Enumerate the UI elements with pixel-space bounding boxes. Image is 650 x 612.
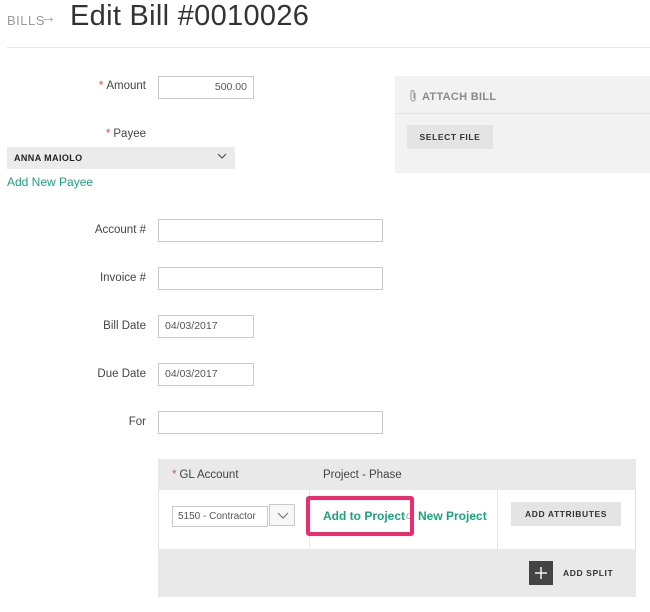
- gl-account-column-header: * GL Account: [172, 469, 239, 481]
- for-label: For: [128, 416, 146, 428]
- amount-input[interactable]: 500.00: [158, 76, 254, 99]
- gl-account-dropdown-button[interactable]: [269, 504, 295, 526]
- required-mark: *: [105, 128, 111, 140]
- add-split-plus-button[interactable]: [529, 561, 553, 585]
- bill-date-label: Bill Date: [103, 320, 146, 332]
- account-label: Account #: [94, 224, 146, 236]
- add-split-label[interactable]: ADD SPLIT: [563, 568, 613, 578]
- payee-selected-value: ANNA MAIOLO: [14, 153, 83, 163]
- account-number-input[interactable]: [158, 219, 383, 242]
- invoice-label: Invoice #: [99, 272, 146, 284]
- gl-account-select[interactable]: 5150 - Contractor: [172, 506, 268, 527]
- bill-date-input[interactable]: 04/03/2017: [158, 315, 254, 338]
- payee-label-text: Payee: [113, 128, 146, 140]
- chevron-down-icon: [217, 153, 227, 159]
- payee-select[interactable]: ANNA MAIOLO: [7, 147, 235, 169]
- project-phase-column-header: Project - Phase: [323, 469, 402, 481]
- highlight-annotation: [306, 496, 414, 536]
- amount-label-text: Amount: [106, 80, 146, 92]
- add-new-payee-link[interactable]: Add New Payee: [7, 175, 93, 189]
- required-mark: *: [172, 469, 177, 481]
- plus-icon: [535, 567, 547, 579]
- page-title: Edit Bill #0010026: [70, 0, 310, 32]
- header-divider: [7, 47, 650, 48]
- select-file-button[interactable]: SELECT FILE: [407, 125, 493, 149]
- required-mark: *: [98, 80, 104, 92]
- payee-label: * Payee: [60, 128, 146, 140]
- attach-bill-title: ATTACH BILL: [422, 91, 497, 103]
- add-attributes-button[interactable]: ADD ATTRIBUTES: [511, 502, 621, 526]
- gl-account-header-text: GL Account: [179, 469, 239, 481]
- for-input[interactable]: [158, 411, 383, 434]
- breadcrumb-arrow-icon: →: [40, 9, 56, 26]
- invoice-number-input[interactable]: [158, 267, 383, 290]
- paperclip-icon: [410, 90, 416, 102]
- column-divider: [497, 490, 498, 549]
- chevron-down-icon: [277, 512, 289, 519]
- amount-label: * Amount: [60, 80, 146, 92]
- new-project-link[interactable]: New Project: [418, 509, 487, 523]
- due-date-input[interactable]: 04/03/2017: [158, 363, 254, 386]
- due-date-label: Due Date: [97, 368, 146, 380]
